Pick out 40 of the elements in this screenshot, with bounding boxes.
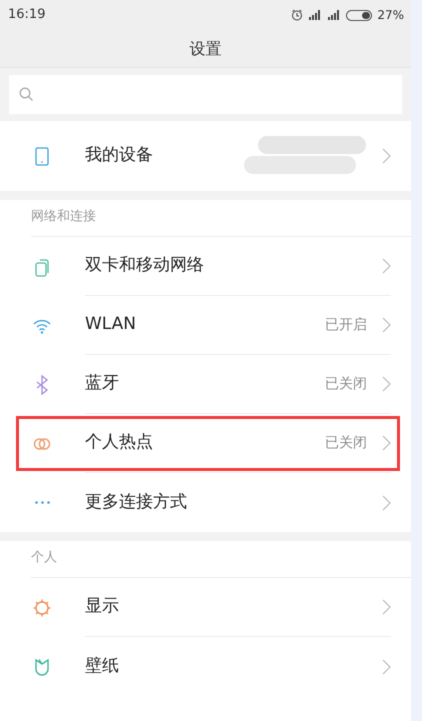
- chevron-icon: [382, 317, 391, 333]
- chevron-icon: [382, 494, 391, 510]
- row-label: 壁纸: [85, 654, 120, 678]
- settings-row[interactable]: 壁纸: [0, 637, 411, 696]
- chevron-icon: [382, 599, 391, 615]
- row-value: 已开启: [325, 316, 367, 334]
- chevron-icon: [382, 658, 391, 674]
- settings-row[interactable]: 我的设备: [0, 121, 411, 191]
- row-value: 已关闭: [325, 374, 367, 394]
- chevron-icon: [382, 435, 391, 451]
- row-label: 双卡和移动网络: [85, 254, 205, 278]
- settings-row[interactable]: 显示: [0, 578, 411, 637]
- settings-row[interactable]: WLAN 已开启: [0, 296, 411, 355]
- battery-percentage: 27%: [377, 7, 404, 24]
- signal-icon: [327, 10, 342, 20]
- section-header: 个人: [31, 548, 57, 566]
- row-label: 更多连接方式: [85, 490, 188, 514]
- signal-icon: [308, 10, 322, 20]
- settings-row[interactable]: 双卡和移动网络: [0, 237, 411, 296]
- more-dots-icon: [34, 501, 50, 504]
- settings-row[interactable]: 蓝牙 已关闭: [0, 355, 411, 414]
- alarm-icon: [291, 9, 304, 21]
- row-label: 蓝牙: [85, 372, 120, 396]
- chevron-icon: [382, 148, 391, 164]
- row-label: WLAN: [85, 313, 138, 336]
- search-icon: [19, 87, 34, 102]
- row-label: 显示: [85, 595, 120, 618]
- row-label: 我的设备: [85, 144, 154, 168]
- row-value: 已关闭: [325, 434, 367, 452]
- section-header: 网络和连接: [31, 208, 96, 226]
- chevron-icon: [382, 376, 391, 392]
- row-label: 个人热点: [85, 431, 154, 454]
- status-time: 16:19: [8, 6, 46, 24]
- page-title: 设置: [190, 38, 222, 60]
- search-field[interactable]: [9, 75, 402, 114]
- settings-row[interactable]: 个人热点 已关闭: [0, 414, 411, 473]
- sun-icon: [31, 596, 53, 618]
- settings-row[interactable]: 更多连接方式: [0, 473, 411, 532]
- battery-icon: [346, 10, 372, 20]
- chevron-icon: [382, 258, 391, 274]
